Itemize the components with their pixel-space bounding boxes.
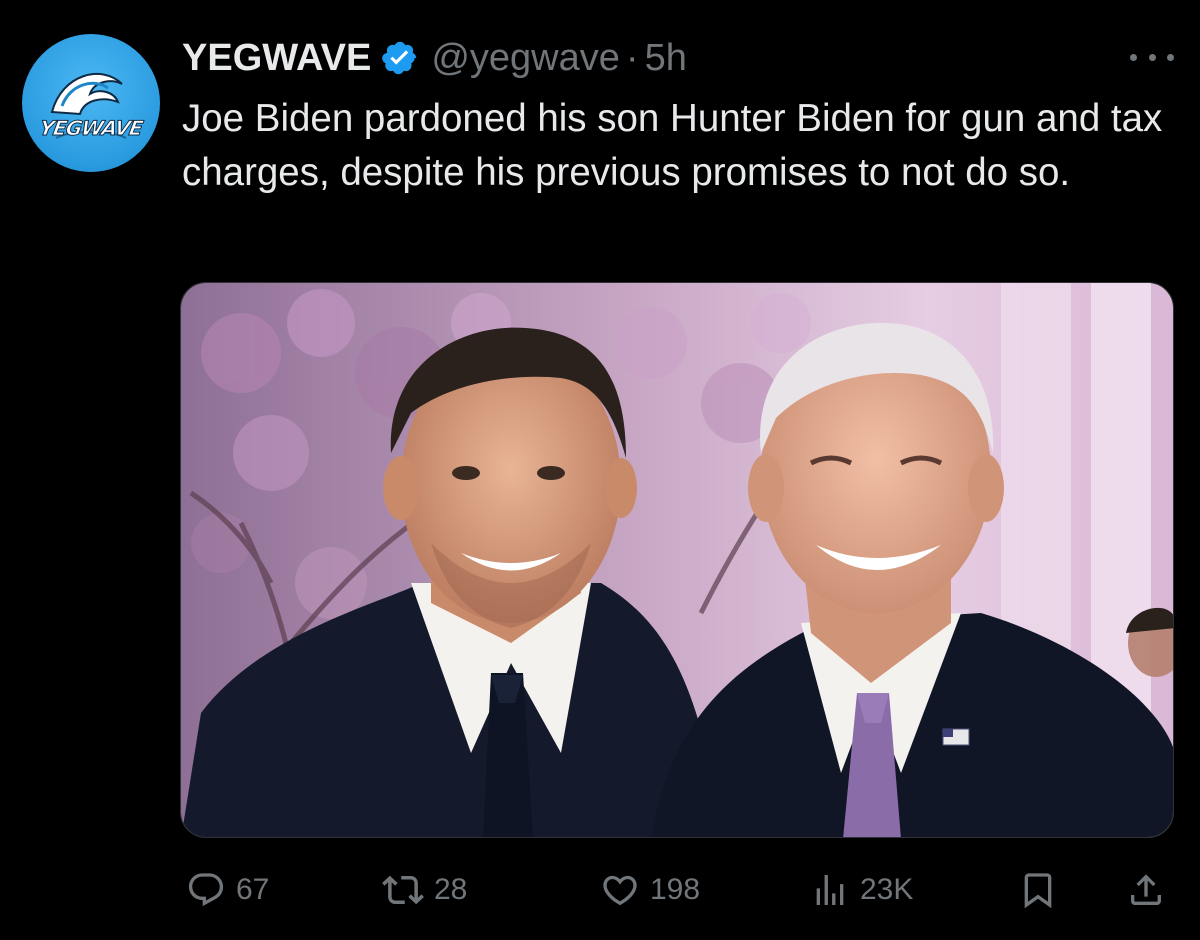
tweet-photo[interactable]	[180, 282, 1174, 838]
like-count: 198	[650, 873, 701, 906]
view-count: 23K	[860, 873, 914, 906]
more-icon[interactable]	[1130, 44, 1174, 70]
share-icon	[1131, 874, 1161, 905]
views-icon	[816, 875, 844, 905]
separator-dot: ·	[625, 36, 639, 79]
like-button[interactable]: 198	[600, 862, 700, 918]
tweet[interactable]: YEGWAVE YEGWAVE @yegwave · 5h Joe Biden …	[0, 0, 1200, 940]
display-name[interactable]: YEGWAVE	[182, 37, 371, 80]
bookmark-button[interactable]	[1018, 862, 1058, 918]
share-button[interactable]	[1126, 862, 1166, 918]
bookmark-icon	[1024, 873, 1052, 909]
avatar-wordmark: YEGWAVE	[37, 116, 145, 141]
action-bar: 67 28 198 23K	[182, 862, 1172, 918]
avatar[interactable]: YEGWAVE	[22, 34, 160, 172]
user-handle[interactable]: @yegwave	[431, 37, 620, 80]
like-icon	[603, 875, 637, 906]
tweet-text: Joe Biden pardoned his son Hunter Biden …	[182, 97, 1163, 194]
reply-button[interactable]: 67	[186, 862, 269, 918]
reply-icon	[188, 873, 224, 907]
verified-badge-icon	[382, 41, 417, 75]
repost-button[interactable]: 28	[382, 862, 467, 918]
repost-count: 28	[434, 873, 468, 906]
tweet-header: YEGWAVE @yegwave · 5h	[182, 30, 687, 86]
wave-logo-icon	[50, 72, 127, 139]
photo-illustration	[181, 283, 1173, 837]
repost-icon	[382, 875, 424, 905]
views-button[interactable]: 23K	[810, 862, 913, 918]
timestamp[interactable]: 5h	[645, 37, 687, 80]
reply-count: 67	[236, 873, 270, 906]
